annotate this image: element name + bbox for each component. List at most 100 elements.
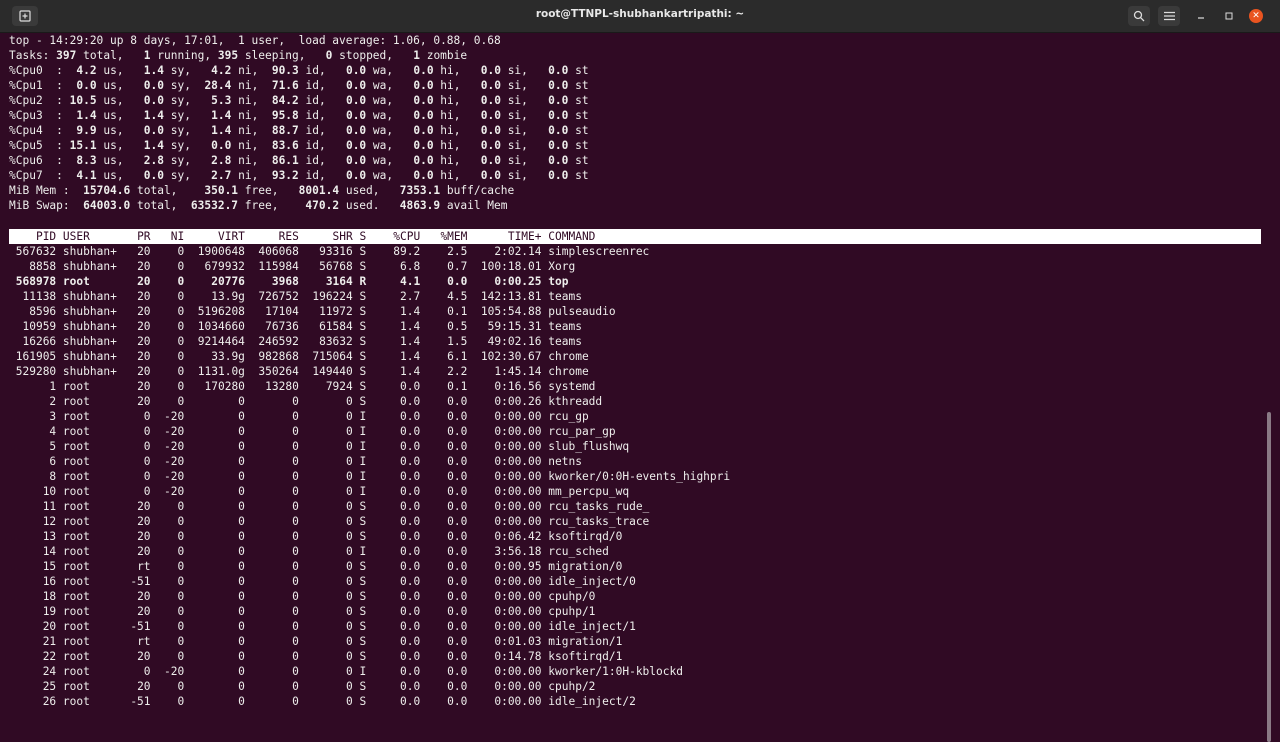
cell-s: S [359,515,367,528]
cell-command: netns [548,455,582,468]
cpu-wa-value: 0.0 [345,154,367,167]
cell-s: S [359,305,367,318]
cell-virt: 1900648 [197,245,245,258]
cell-mem: 0.0 [447,650,468,663]
cell-time: 142:13.81 [480,290,542,303]
cell-pid: 25 [42,680,57,693]
cell-ni: 0 [177,560,185,573]
cell-virt: 0 [238,620,245,633]
terminal-output[interactable]: top - 14:29:20 up 8 days, 17:01, 1 user,… [0,33,1280,742]
minimize-button[interactable] [1190,6,1212,26]
cell-mem: 0.0 [447,695,468,708]
table-row: 4 root 0 -20 0 0 0 I 0.0 0.0 0:00.00 rcu… [9,424,615,439]
cpu-st-value: 0.0 [548,94,569,107]
cpu-si-value: 0.0 [480,79,501,92]
cpu-us-value: 0.0 [76,79,97,92]
cell-res: 0 [292,470,299,483]
table-row: 24 root 0 -20 0 0 0 I 0.0 0.0 0:00.00 kw… [9,664,683,679]
cell-s: S [359,260,367,273]
cell-time: 59:15.31 [487,320,542,333]
swap-line: MiB Swap: 64003.0 total, 63532.7 free, 4… [9,199,508,212]
cell-user: shubhan+ [62,320,117,333]
cell-pid: 26 [42,695,57,708]
cell-pid: 13 [42,530,57,543]
cell-pid: 8596 [29,305,57,318]
cell-pr: 20 [137,290,151,303]
cell-shr: 0 [346,470,353,483]
cell-cpu: 0.0 [399,410,421,423]
cell-shr: 0 [346,620,353,633]
cell-cpu: 0.0 [399,380,421,393]
table-row: 16 root -51 0 0 0 0 S 0.0 0.0 0:00.00 id… [9,574,636,589]
cell-mem: 0.0 [447,500,468,513]
column-header-res: RES [278,230,299,243]
cell-ni: 0 [177,635,185,648]
cell-ni: 0 [177,380,185,393]
menu-button[interactable] [1158,6,1180,26]
table-row: 11 root 20 0 0 0 0 S 0.0 0.0 0:00.00 rcu… [9,499,650,514]
cell-pid: 3 [49,410,57,423]
cell-user: root [62,425,90,438]
cell-res: 0 [292,575,299,588]
cell-user: root [62,530,90,543]
cell-ni: 0 [177,515,185,528]
cell-command: kworker/0:0H-events_highpri [548,470,731,483]
cell-res: 0 [292,605,299,618]
cell-time: 0:00.00 [494,605,542,618]
cell-cpu: 0.0 [399,440,421,453]
cpu-si-value: 0.0 [480,154,501,167]
cell-cpu: 0.0 [399,590,421,603]
cell-virt: 0 [238,680,245,693]
search-button[interactable] [1128,6,1150,26]
table-row: 11138 shubhan+ 20 0 13.9g 726752 196224 … [9,289,581,304]
cell-res: 0 [292,485,299,498]
cell-cpu: 89.2 [393,245,421,258]
new-tab-button[interactable] [12,6,38,26]
cpu-line: %Cpu7 : 4.1 us, 0.0 sy, 2.7 ni, 93.2 id,… [9,169,589,182]
cpu-st-value: 0.0 [548,64,569,77]
close-button[interactable]: ✕ [1245,6,1267,26]
cpu-us-value: 8.3 [76,154,97,167]
cell-user: shubhan+ [62,365,117,378]
table-row: 10 root 0 -20 0 0 0 I 0.0 0.0 0:00.00 mm… [9,484,629,499]
cell-cpu: 0.0 [399,665,421,678]
column-header-mem: %MEM [440,230,468,243]
cell-user: root [62,545,90,558]
cpu-si-value: 0.0 [480,94,501,107]
scrollbar[interactable] [1267,412,1271,742]
cell-pr: 20 [137,380,151,393]
cell-cpu: 0.0 [399,485,421,498]
cpu-id-value: 95.8 [271,109,299,122]
minimize-icon [1198,17,1204,19]
cpu-id-value: 93.2 [271,169,299,182]
cell-virt: 0 [238,590,245,603]
cell-res: 0 [292,650,299,663]
cell-time: 0:00.00 [494,665,542,678]
cell-mem: 0.0 [447,395,468,408]
cell-virt: 9214464 [197,335,245,348]
cell-pr: rt [137,560,151,573]
cell-shr: 0 [346,395,353,408]
cpu-line: %Cpu0 : 4.2 us, 1.4 sy, 4.2 ni, 90.3 id,… [9,64,589,77]
cell-pid: 24 [42,665,57,678]
cpu-st-value: 0.0 [548,109,569,122]
hamburger-menu-icon [1163,11,1175,21]
cell-virt: 0 [238,500,245,513]
cell-s: S [359,575,367,588]
cpu-hi-value: 0.0 [413,64,434,77]
maximize-button[interactable] [1218,6,1240,26]
cell-res: 0 [292,410,299,423]
cell-time: 0:00.00 [494,695,542,708]
cell-virt: 0 [238,395,245,408]
cpu-st-value: 0.0 [548,169,569,182]
cell-virt: 0 [238,515,245,528]
cell-pr: 20 [137,650,151,663]
cell-pr: 20 [137,320,151,333]
cell-res: 3968 [271,275,299,288]
cell-shr: 0 [346,455,353,468]
cell-command: simplescreenrec [548,245,650,258]
cell-time: 0:00.00 [494,440,542,453]
cell-shr: 0 [346,560,353,573]
cell-pr: 20 [137,365,151,378]
cell-user: root [62,695,90,708]
